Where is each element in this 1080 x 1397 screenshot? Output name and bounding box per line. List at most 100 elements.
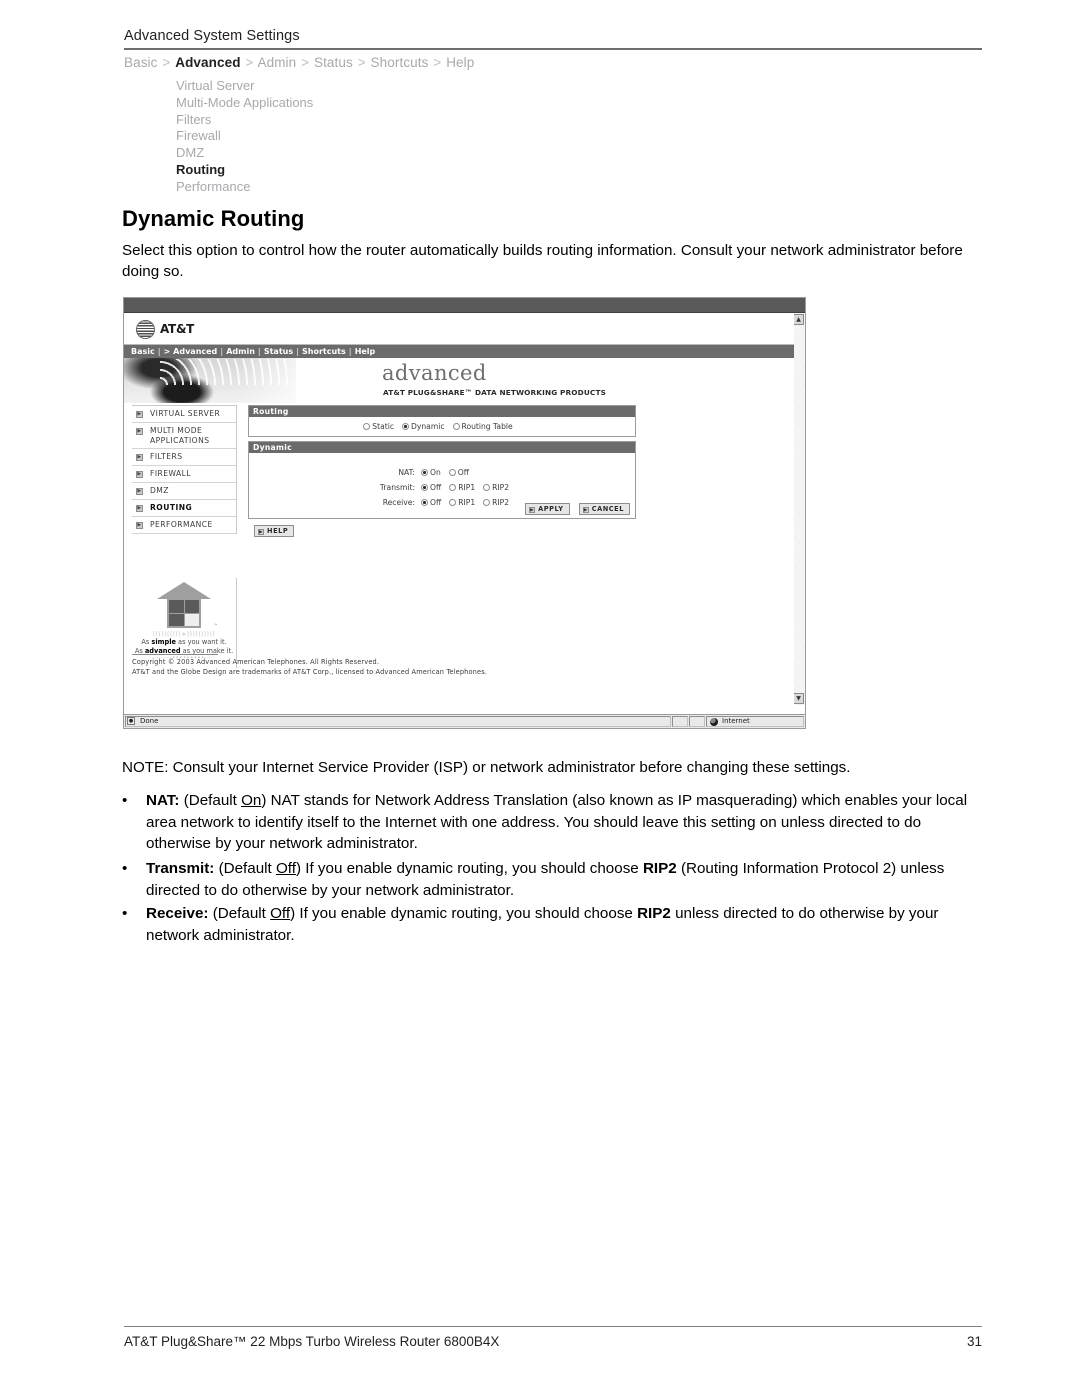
router-sidebar-item-firewall[interactable]: ▶ FIREWALL: [132, 466, 236, 483]
arrow-icon: ▶: [136, 471, 143, 478]
arrow-icon: ▶: [136, 428, 143, 435]
footer-rule: [124, 1326, 982, 1327]
status-zone-segment: [706, 716, 804, 727]
router-sidebar-item-virtual-server[interactable]: ▶ VIRTUAL SERVER: [132, 406, 236, 423]
bullet-marker: •: [122, 860, 128, 877]
radio-circle-icon[interactable]: [483, 484, 491, 491]
bullet-default-post: ): [290, 905, 300, 922]
router-nav-advanced[interactable]: > Advanced: [161, 347, 221, 356]
bullet-default-value: On: [241, 792, 262, 809]
radio-routing-table[interactable]: Routing Table: [452, 422, 521, 431]
att-globe-icon: [136, 320, 155, 339]
router-ui-screenshot: ▲ ▼ AT&T Basic | > Advanced | Admin | Status | S…: [123, 297, 806, 729]
radio-circle-icon-selected[interactable]: [402, 423, 410, 430]
radio-circle-icon[interactable]: [449, 499, 457, 506]
cancel-button[interactable]: ▶ CANCEL: [578, 503, 630, 515]
transmit-rip1-label: RIP1: [458, 483, 476, 492]
tagline-line1-post: as you want it.: [175, 638, 227, 646]
router-nav-admin[interactable]: Admin: [223, 347, 258, 356]
radio-circle-icon[interactable]: [448, 469, 456, 476]
arrow-icon: ▶: [258, 529, 264, 535]
router-nav-status[interactable]: Status: [261, 347, 296, 356]
radio-circle-icon[interactable]: [449, 484, 457, 491]
bullet-body: Transmit: (Default Off) If you enable dy…: [146, 858, 970, 901]
status-main-segment: [125, 716, 671, 727]
subnav-item-performance[interactable]: Performance: [176, 179, 313, 196]
transmit-radio-group[interactable]: Off RIP1 RIP2: [421, 483, 517, 492]
running-head: Advanced System Settings: [124, 28, 300, 44]
router-sidebar-label: ROUTING: [150, 503, 193, 512]
arrow-icon: ▶: [582, 507, 589, 513]
subnav-item-virtual-server[interactable]: Virtual Server: [176, 78, 313, 95]
note-paragraph: NOTE: Consult your Internet Service Prov…: [122, 759, 851, 776]
radio-dynamic-label: Dynamic: [411, 422, 445, 431]
transmit-label: Transmit:: [379, 483, 415, 492]
router-nav-bar: Basic | > Advanced | Admin | Status | Shortcuts |…: [124, 345, 794, 358]
breadcrumb-item-shortcuts[interactable]: Shortcuts: [371, 55, 429, 70]
subnav-item-firewall[interactable]: Firewall: [176, 128, 313, 145]
copyright-text: Copyright © 2003 Advanced American Telep…: [132, 658, 487, 677]
routing-panel-title: Routing: [249, 406, 635, 417]
radio-circle-icon[interactable]: [452, 423, 460, 430]
scroll-up-icon[interactable]: ▲: [793, 314, 804, 325]
bullet-default-post: ): [295, 860, 306, 877]
help-button[interactable]: ▶ HELP: [254, 525, 295, 537]
tagline-line1-bold: simple: [151, 638, 176, 646]
router-sidebar-item-performance[interactable]: ▶ PERFORMANCE: [132, 517, 236, 534]
router-sidebar-item-multi-mode-applications[interactable]: ▶ MULTI MODE APPLICATIONS: [132, 423, 236, 449]
breadcrumb-item-status[interactable]: Status: [314, 55, 353, 70]
bullet-term: NAT:: [146, 792, 180, 809]
bullet-emphasis: RIP2: [637, 905, 671, 922]
receive-radio-group[interactable]: Off RIP1 RIP2: [421, 498, 517, 507]
trademark-mark: ™: [213, 624, 219, 629]
intro-paragraph: Select this option to control how the ro…: [122, 242, 963, 280]
subnav-item-filters[interactable]: Filters: [176, 112, 313, 129]
bullet-marker: •: [122, 905, 128, 922]
breadcrumb-item-help[interactable]: Help: [446, 55, 474, 70]
arrow-icon: ▶: [136, 411, 143, 418]
subnav-item-multi-mode-applications[interactable]: Multi-Mode Applications: [176, 95, 313, 112]
page-footer: AT&T Plug&Share™ 22 Mbps Turbo Wireless …: [124, 1334, 982, 1349]
radio-circle-icon-selected[interactable]: [421, 499, 428, 506]
internet-zone-icon: [710, 718, 718, 726]
breadcrumb-item-basic[interactable]: Basic: [124, 55, 158, 70]
nat-label: NAT:: [398, 468, 415, 477]
radio-circle-icon[interactable]: [483, 499, 491, 506]
house-windows: [169, 600, 199, 626]
breadcrumb-separator: >: [301, 55, 310, 70]
router-nav-basic[interactable]: Basic: [128, 347, 158, 356]
browser-content: AT&T Basic | > Advanced | Admin | Status | Short…: [124, 313, 794, 705]
bullet-item-receive: • Receive: (Default Off) If you enable d…: [122, 903, 970, 946]
router-sidebar-item-filters[interactable]: ▶ FILTERS: [132, 449, 236, 466]
subnav-item-dmz[interactable]: DMZ: [176, 145, 313, 162]
router-sidebar-label: MULTI MODE APPLICATIONS: [150, 426, 210, 445]
nat-off-label: Off: [457, 468, 470, 477]
radio-circle-icon[interactable]: [363, 423, 371, 430]
receive-off-label: Off: [430, 498, 442, 507]
router-sidebar-item-dmz[interactable]: ▶ DMZ: [132, 483, 236, 500]
apply-button[interactable]: ▶ APPLY: [525, 503, 570, 515]
dynamic-panel-buttons: ▶ APPLY ▶ CANCEL: [521, 496, 630, 515]
browser-status-bar: ● Done Internet: [124, 714, 805, 728]
breadcrumb-item-advanced[interactable]: Advanced: [175, 55, 240, 70]
promo-arcs: ((((((((((∗)))))))))): [152, 631, 216, 638]
footer-product-name: AT&T Plug&Share™ 22 Mbps Turbo Wireless …: [124, 1334, 500, 1349]
radio-circle-icon-selected[interactable]: [421, 469, 428, 476]
router-sidebar: ▶ VIRTUAL SERVER ▶ MULTI MODE APPLICATIO…: [132, 405, 237, 534]
radio-static[interactable]: Static: [363, 422, 402, 431]
nat-radio-group[interactable]: On Off: [421, 468, 477, 477]
routing-mode-radio-group[interactable]: Static Dynamic Routing Table: [249, 422, 635, 431]
receive-rip2-label: RIP2: [492, 498, 510, 507]
radio-dynamic[interactable]: Dynamic: [402, 422, 453, 431]
router-nav-shortcuts[interactable]: Shortcuts: [299, 347, 349, 356]
router-sidebar-label: FILTERS: [150, 452, 183, 461]
router-nav-help[interactable]: Help: [352, 347, 379, 356]
banner-subheading: AT&T PLUG&SHARE™ DATA NETWORKING PRODUCT…: [383, 388, 606, 397]
breadcrumb-separator: >: [357, 55, 366, 70]
tagline-line1-pre: As: [141, 638, 152, 646]
subnav-item-routing[interactable]: Routing: [176, 162, 313, 179]
scroll-down-icon[interactable]: ▼: [793, 693, 804, 704]
radio-circle-icon-selected[interactable]: [421, 484, 428, 491]
breadcrumb-item-admin[interactable]: Admin: [258, 55, 297, 70]
router-sidebar-item-routing[interactable]: ▶ ROUTING: [132, 500, 236, 517]
